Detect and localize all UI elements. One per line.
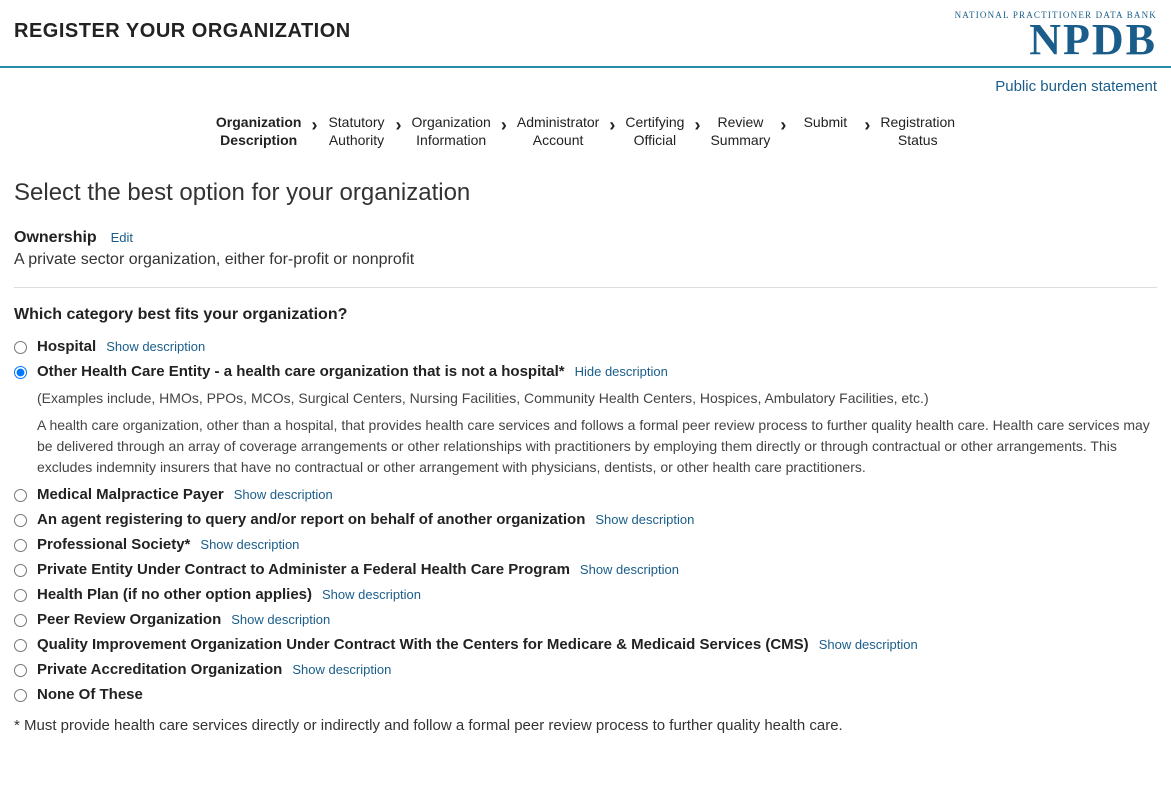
category-option: None Of These: [14, 686, 1157, 703]
step-2[interactable]: StatutoryAuthority: [321, 113, 391, 149]
category-description: (Examples include, HMOs, PPOs, MCOs, Sur…: [37, 388, 1157, 478]
category-label: Professional Society*: [37, 536, 190, 553]
page-title: REGISTER YOUR ORGANIZATION: [14, 10, 351, 43]
step-label-line1: Organization: [411, 113, 490, 131]
chevron-right-icon: ›: [780, 113, 786, 136]
category-radio[interactable]: [14, 664, 27, 677]
step-6[interactable]: ReviewSummary: [704, 113, 776, 149]
progress-stepper: OrganizationDescription›StatutoryAuthori…: [0, 95, 1171, 179]
category-description-text: A health care organization, other than a…: [37, 415, 1157, 478]
category-option: Private Accreditation Organization Show d…: [14, 661, 1157, 678]
category-options: Hospital Show description Other Health Car…: [14, 338, 1157, 703]
chevron-right-icon: ›: [609, 113, 615, 136]
step-7[interactable]: Submit: [790, 113, 860, 131]
step-label-line2: Information: [411, 131, 490, 149]
show-description-link[interactable]: Show description: [292, 662, 391, 677]
category-label: Private Entity Under Contract to Adminis…: [37, 561, 570, 578]
category-radio[interactable]: [14, 366, 27, 379]
category-radio[interactable]: [14, 341, 27, 354]
category-label: An agent registering to query and/or rep…: [37, 511, 585, 528]
show-description-link[interactable]: Show description: [595, 512, 694, 527]
category-examples: (Examples include, HMOs, PPOs, MCOs, Sur…: [37, 388, 1157, 409]
category-option: Quality Improvement Organization Under C…: [14, 636, 1157, 653]
category-radio[interactable]: [14, 539, 27, 552]
category-label: Medical Malpractice Payer: [37, 486, 224, 503]
step-label-line1: Registration: [880, 113, 955, 131]
section-title: Select the best option for your organiza…: [14, 179, 1157, 207]
category-label: Private Accreditation Organization: [37, 661, 282, 678]
category-radio[interactable]: [14, 514, 27, 527]
category-radio[interactable]: [14, 689, 27, 702]
category-option: Private Entity Under Contract to Adminis…: [14, 561, 1157, 578]
category-radio[interactable]: [14, 564, 27, 577]
category-label: Other Health Care Entity - a health care…: [37, 363, 565, 380]
chevron-right-icon: ›: [501, 113, 507, 136]
category-option: Medical Malpractice Payer Show descriptio…: [14, 486, 1157, 503]
step-label-line1: Administrator: [517, 113, 599, 131]
show-description-link[interactable]: Show description: [106, 339, 205, 354]
category-option: Health Plan (if no other option applies)…: [14, 586, 1157, 603]
category-radio[interactable]: [14, 639, 27, 652]
step-label-line1: Statutory: [327, 113, 385, 131]
edit-ownership-link[interactable]: Edit: [111, 230, 133, 245]
show-description-link[interactable]: Show description: [819, 637, 918, 652]
step-label-line1: Certifying: [625, 113, 684, 131]
category-label: Quality Improvement Organization Under C…: [37, 636, 809, 653]
category-label: Peer Review Organization: [37, 611, 221, 628]
ownership-heading: Ownership: [14, 229, 97, 246]
ownership-value: A private sector organization, either fo…: [14, 251, 1157, 269]
step-1[interactable]: OrganizationDescription: [210, 113, 308, 149]
npdb-logo: NATIONAL PRACTITIONER DATA BANK NPDB: [955, 10, 1157, 60]
public-burden-link[interactable]: Public burden statement: [995, 78, 1157, 95]
category-option: An agent registering to query and/or rep…: [14, 511, 1157, 528]
step-4[interactable]: AdministratorAccount: [511, 113, 605, 149]
show-description-link[interactable]: Show description: [580, 562, 679, 577]
hide-description-link[interactable]: Hide description: [575, 364, 668, 379]
show-description-link[interactable]: Show description: [231, 612, 330, 627]
category-radio[interactable]: [14, 589, 27, 602]
category-label: Health Plan (if no other option applies): [37, 586, 312, 603]
chevron-right-icon: ›: [311, 113, 317, 136]
section-divider: [14, 287, 1157, 288]
chevron-right-icon: ›: [395, 113, 401, 136]
category-radio[interactable]: [14, 614, 27, 627]
category-option: Other Health Care Entity - a health care…: [14, 363, 1157, 478]
category-label: None Of These: [37, 686, 143, 703]
step-label-line2: Official: [625, 131, 684, 149]
step-label-line1: Submit: [796, 113, 854, 131]
footnote: * Must provide health care services dire…: [14, 717, 1157, 734]
step-label-line2: Authority: [327, 131, 385, 149]
step-label-line2: Account: [517, 131, 599, 149]
category-radio[interactable]: [14, 489, 27, 502]
category-option: Hospital Show description: [14, 338, 1157, 355]
category-option: Peer Review Organization Show description: [14, 611, 1157, 628]
category-label: Hospital: [37, 338, 96, 355]
category-question: Which category best fits your organizati…: [14, 306, 1157, 324]
step-label-line2: Summary: [710, 131, 770, 149]
step-3[interactable]: OrganizationInformation: [405, 113, 496, 149]
step-5[interactable]: CertifyingOfficial: [619, 113, 690, 149]
category-option: Professional Society* Show description: [14, 536, 1157, 553]
show-description-link[interactable]: Show description: [322, 587, 421, 602]
chevron-right-icon: ›: [694, 113, 700, 136]
logo-text: NPDB: [955, 20, 1157, 60]
show-description-link[interactable]: Show description: [200, 537, 299, 552]
chevron-right-icon: ›: [864, 113, 870, 136]
step-label-line2: Status: [880, 131, 955, 149]
step-label-line1: Review: [710, 113, 770, 131]
show-description-link[interactable]: Show description: [234, 487, 333, 502]
step-label-line1: Organization: [216, 113, 302, 131]
step-8[interactable]: RegistrationStatus: [874, 113, 961, 149]
step-label-line2: Description: [216, 131, 302, 149]
